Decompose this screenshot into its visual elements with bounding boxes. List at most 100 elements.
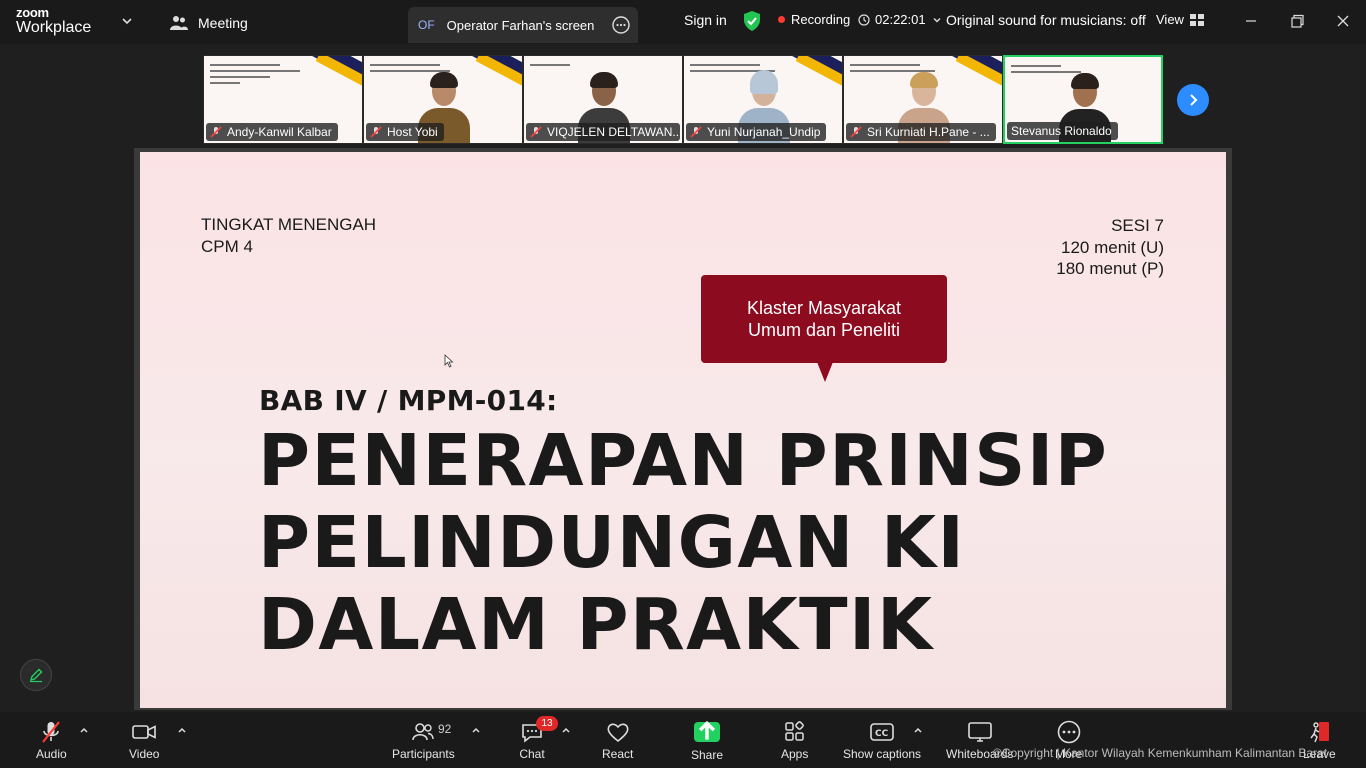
audio-label: Audio <box>36 747 67 761</box>
participant-nametag: VIQJELEN DELTAWAN... <box>526 123 680 141</box>
apps-button[interactable]: Apps <box>781 720 808 761</box>
meeting-controls: Audio Video Participants 92 Chat 13 Reac… <box>0 712 1366 768</box>
mic-muted-icon <box>210 126 222 138</box>
timer-value: 02:22:01 <box>875 12 926 27</box>
share-label: Share <box>691 748 724 762</box>
slide-level: TINGKAT MENENGAH <box>201 215 377 234</box>
record-dot-icon <box>778 16 785 23</box>
next-page-button[interactable] <box>1177 84 1209 116</box>
copyright-watermark: ©Copyright | Kantor Wilayah Kemenkumham … <box>993 746 1328 760</box>
heart-icon <box>607 723 629 743</box>
slide-title-line-2: PELINDUNGAN KI <box>258 501 966 584</box>
participant-tile[interactable]: Sri Kurniati H.Pane - ... <box>843 55 1003 144</box>
mouse-cursor-icon <box>444 354 454 368</box>
share-arrow-icon <box>694 720 721 742</box>
participant-name: Host Yobi <box>387 125 438 139</box>
callout-line-1: Klaster Masyarakat <box>746 298 902 318</box>
chevron-up-icon[interactable] <box>560 724 572 736</box>
callout-line-2: Umum dan Peneliti <box>747 320 901 340</box>
zoom-logo: zoom Workplace <box>16 6 91 36</box>
slide-cpm: CPM 4 <box>201 237 253 256</box>
grid-view-icon <box>1189 13 1204 26</box>
cluster-callout: Klaster Masyarakat Umum dan Peneliti <box>701 275 947 363</box>
mic-muted-icon <box>690 126 702 138</box>
captions-label: Show captions <box>843 747 922 761</box>
slide-session-info: SESI 7 120 menit (U) 180 menut (P) <box>1056 215 1164 280</box>
mic-muted-icon <box>42 721 61 743</box>
participant-name: Andy-Kanwil Kalbar <box>227 125 332 139</box>
share-screen-button[interactable]: Share <box>691 720 723 762</box>
participant-tile[interactable]: Yuni Nurjanah_Undip <box>683 55 843 144</box>
original-sound-toggle[interactable]: Original sound for musicians: off <box>946 12 1146 28</box>
more-options-icon[interactable] <box>612 16 630 34</box>
whiteboard-icon <box>967 722 992 742</box>
slide-chapter: BAB IV / MPM-014: <box>259 384 558 417</box>
video-label: Video <box>129 747 160 761</box>
chat-label: Chat <box>519 747 545 761</box>
recording-label: Recording <box>791 12 851 27</box>
sign-in-button[interactable]: Sign in <box>684 12 727 28</box>
view-button[interactable]: View <box>1156 12 1204 27</box>
slide-session: SESI 7 <box>1111 216 1164 235</box>
slide-title-line-3: DALAM PRAKTIK <box>258 583 934 666</box>
slide-duration-p: 180 menut (P) <box>1056 259 1164 278</box>
slide-preview <box>210 64 300 88</box>
mic-muted-icon <box>370 126 382 138</box>
participant-nametag: Stevanus Rionaldo <box>1007 122 1118 140</box>
close-icon[interactable] <box>1332 10 1354 32</box>
brand-top: zoom <box>16 5 49 20</box>
chevron-down-icon <box>933 17 941 22</box>
video-button[interactable]: Video <box>129 720 159 761</box>
minimize-icon[interactable] <box>1240 10 1262 32</box>
more-options-icon <box>1057 720 1080 744</box>
leave-door-icon <box>1310 722 1330 743</box>
participant-name: Sri Kurniati H.Pane - ... <box>867 125 990 139</box>
slide-title-line-1: PENERAPAN PRINSIP <box>258 419 1109 502</box>
apps-icon <box>784 721 804 741</box>
restore-icon[interactable] <box>1286 10 1308 32</box>
show-captions-button[interactable]: CC Show captions <box>843 720 921 761</box>
slide-title: PENERAPAN PRINSIP PELINDUNGAN KI DALAM P… <box>258 420 1108 666</box>
participant-nametag: Yuni Nurjanah_Undip <box>686 123 827 141</box>
participant-name: Stevanus Rionaldo <box>1011 124 1112 138</box>
participants-count: 92 <box>438 722 452 736</box>
mic-muted-icon <box>530 126 542 138</box>
chevron-right-icon <box>1190 94 1198 106</box>
mic-muted-icon <box>850 126 862 138</box>
participant-tile[interactable]: VIQJELEN DELTAWAN... <box>523 55 683 144</box>
chevron-up-icon[interactable] <box>912 724 924 736</box>
closed-captions-icon: CC <box>870 723 894 741</box>
participant-name: Yuni Nurjanah_Undip <box>707 125 821 139</box>
chevron-up-icon[interactable] <box>470 724 482 736</box>
callout-tail <box>817 362 833 382</box>
sharer-initials-badge: OF <box>418 18 435 32</box>
annotate-button[interactable] <box>20 659 52 691</box>
participant-tile-active-speaker[interactable]: Stevanus Rionaldo <box>1003 55 1163 144</box>
video-camera-icon <box>132 725 157 739</box>
apps-label: Apps <box>781 747 809 761</box>
chevron-up-icon[interactable] <box>78 724 90 736</box>
participant-nametag: Andy-Kanwil Kalbar <box>206 123 338 141</box>
participant-tile[interactable]: Andy-Kanwil Kalbar <box>203 55 363 144</box>
participant-tile[interactable]: Host Yobi <box>363 55 523 144</box>
meeting-label: Meeting <box>198 15 248 31</box>
slide-duration-u: 120 menit (U) <box>1061 237 1164 257</box>
slide-level-info: TINGKAT MENENGAH CPM 4 <box>201 214 376 258</box>
react-button[interactable]: React <box>602 720 633 761</box>
chevron-down-icon[interactable] <box>120 14 134 28</box>
chat-unread-badge: 13 <box>536 716 558 731</box>
recording-indicator[interactable]: Recording <box>778 12 850 27</box>
shared-screen-tab[interactable]: OF Operator Farhan's screen <box>408 7 638 43</box>
audio-button[interactable]: Audio <box>36 720 67 761</box>
meeting-timer[interactable]: 02:22:01 <box>858 12 943 27</box>
svg-text:CC: CC <box>875 729 889 739</box>
participant-nametag: Sri Kurniati H.Pane - ... <box>846 123 996 141</box>
brand-bottom: Workplace <box>16 19 92 36</box>
participant-name: VIQJELEN DELTAWAN... <box>547 125 680 139</box>
react-label: React <box>602 747 634 761</box>
participants-label: Participants <box>392 747 455 761</box>
chevron-up-icon[interactable] <box>176 724 188 736</box>
shield-check-icon[interactable] <box>742 10 762 32</box>
shared-slide: TINGKAT MENENGAH CPM 4 SESI 7 120 menit … <box>140 152 1226 708</box>
meeting-menu[interactable]: Meeting <box>170 12 248 34</box>
